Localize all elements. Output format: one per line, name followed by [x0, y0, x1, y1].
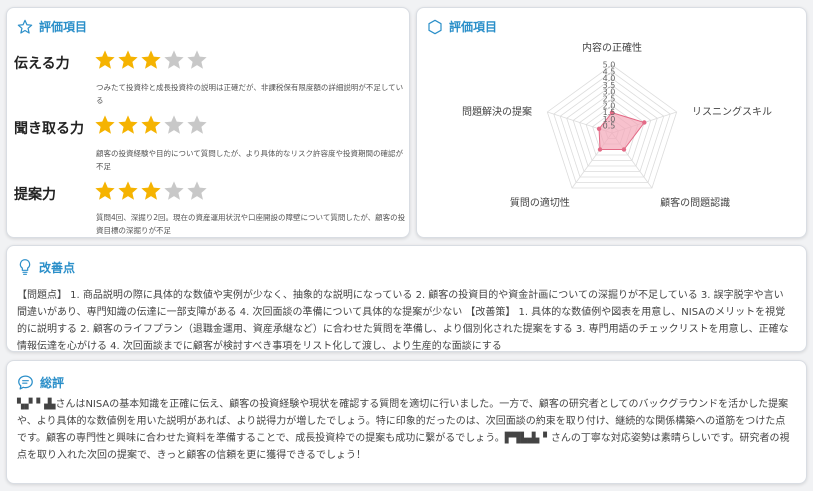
rating-card-title: 評価項目	[39, 20, 88, 34]
radar-data-point	[597, 147, 603, 152]
rating-label: 聞き取る力	[14, 121, 84, 137]
star-rating	[94, 49, 208, 71]
rating-label: 提案力	[14, 187, 56, 203]
improvement-card: 改善点 【問題点】 1. 商品説明の際に具体的な数値や実例が少なく、抽象的な説明…	[6, 245, 807, 352]
radar-chart: 0.51.01.52.02.53.03.54.04.55.0内容の正確性リスニン…	[462, 41, 772, 209]
star-filled-icon	[141, 115, 161, 134]
improvement-title: 改善点	[39, 260, 76, 275]
rating-comment: 顧客の投資経験や目的について質問したが、より具体的なリスク許容度や投資期間の確認…	[96, 149, 403, 171]
star-empty-icon	[164, 115, 184, 134]
radar-data-point	[621, 147, 627, 152]
star-filled-icon	[118, 115, 138, 134]
rating-comment: つみたて投資枠と成長投資枠の説明は正確だが、非課税保有限度額の詳細説明が不足して…	[96, 83, 404, 105]
radar-card: 評価項目 0.5 1.0 1.5 2.0 2.5 3.0 3.5 4.0 4.5 5.0 内容の正確…	[416, 7, 807, 238]
rating-label: 伝える力	[14, 56, 70, 72]
improvement-header: 改善点	[17, 258, 75, 276]
radar-axis-label: 顧客の問題認識	[660, 196, 730, 209]
improvement-text: 【問題点】 1. 商品説明の際に具体的な数値や実例が少なく、抽象的な説明になって…	[17, 290, 789, 352]
star-filled-icon	[118, 181, 138, 200]
star-filled-icon	[95, 50, 115, 69]
star-filled-icon	[95, 181, 115, 200]
star-filled-icon	[95, 115, 115, 134]
rating-card-header: 評価項目	[17, 18, 87, 35]
star-outline-icon	[17, 19, 33, 34]
radar-tick-label: 5.0	[603, 61, 616, 70]
radar-data-point	[642, 120, 647, 125]
star-filled-icon	[141, 181, 161, 200]
star-filled-icon	[118, 50, 138, 69]
star-empty-icon	[187, 181, 207, 200]
summary-text: ▚▞▝▗▙さんはNISAの基本知識を正確に伝え、顧客の投資経験や現状を確認する質…	[17, 399, 790, 461]
lightbulb-icon	[19, 259, 31, 275]
star-empty-icon	[187, 50, 207, 69]
star-empty-icon	[164, 50, 184, 69]
radar-axis-label: 質問の適切性	[510, 196, 570, 209]
radar-axis-label: 問題解決の提案	[462, 105, 532, 118]
star-empty-icon	[164, 181, 184, 200]
summary-title: 総評	[40, 376, 65, 390]
radar-axis-label: 内容の正確性	[582, 41, 642, 54]
star-empty-icon	[187, 115, 207, 134]
rating-card: 評価項目 伝える力 つみたて投資枠と成長投資枠の説明は正確だが、非課税保有限度額…	[6, 7, 410, 238]
star-rating	[94, 114, 208, 136]
rating-comment: 質問4回、深掘り2回。現在の資産運用状況や口座開設の障壁について質問したが、顧客…	[96, 213, 406, 235]
chat-bubble-icon	[18, 375, 33, 390]
summary-header: 総評	[17, 374, 64, 391]
radar-axis-label: リスニングスキル	[692, 105, 772, 118]
radar-data-point	[596, 126, 602, 131]
summary-card: 総評 ▚▞▝▗▙さんはNISAの基本知識を正確に伝え、顧客の投資経験や現状を確認…	[6, 360, 807, 484]
star-rating	[94, 180, 208, 202]
star-filled-icon	[141, 50, 161, 69]
